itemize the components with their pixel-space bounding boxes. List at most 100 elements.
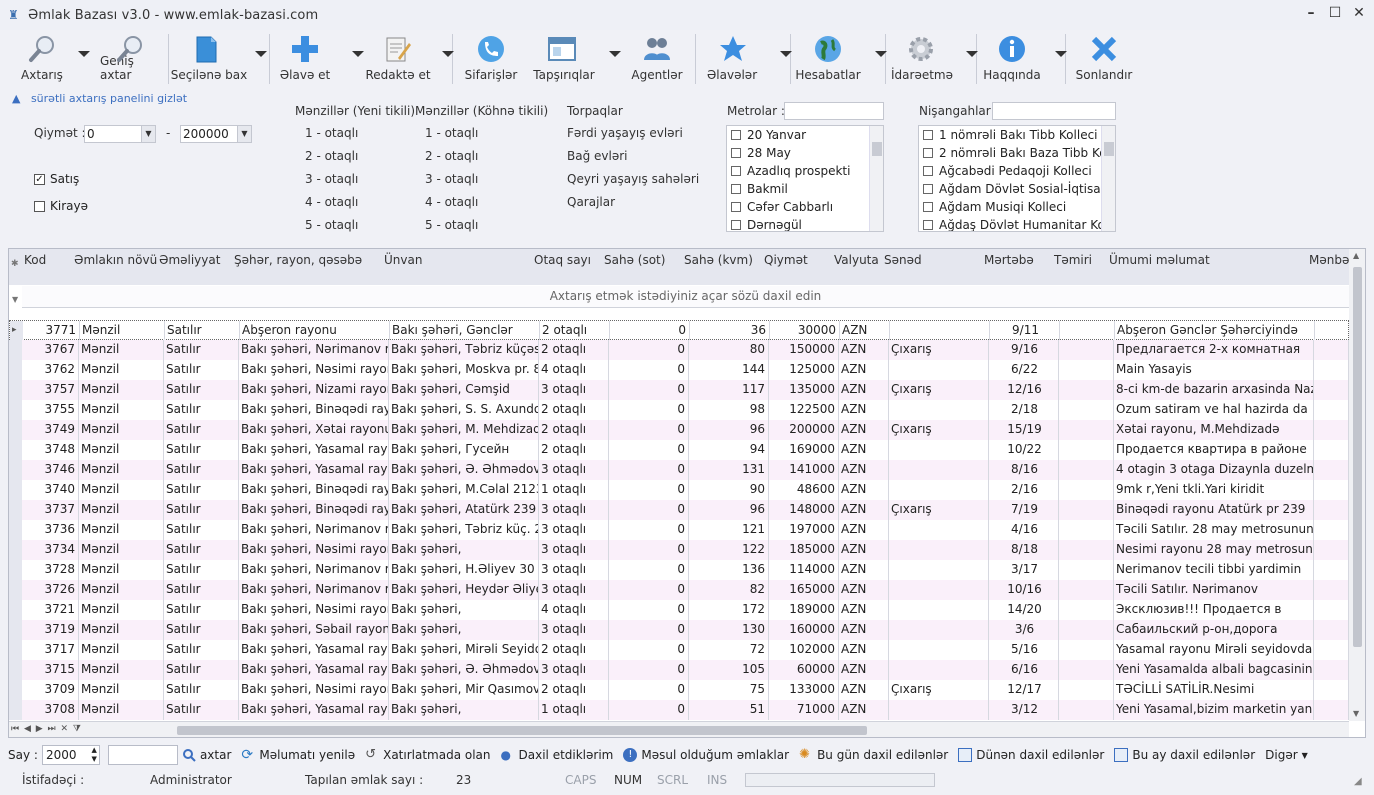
cell-district[interactable]: Bakı şəhəri, Nərimanov rayonu (239, 520, 389, 540)
list-item[interactable]: 28 May (727, 144, 883, 162)
cell-type[interactable]: Mənzil (79, 400, 164, 420)
cell-type[interactable]: Mənzil (79, 680, 164, 700)
col-header-rooms[interactable]: Otaq sayı (534, 253, 591, 267)
cell-operation[interactable]: Satılır (164, 520, 239, 540)
row-indicator[interactable] (9, 420, 22, 440)
cell-area-sqm[interactable]: 72 (689, 640, 769, 660)
search-button[interactable]: Axtarış (8, 30, 90, 88)
cell-operation[interactable]: Satılır (164, 500, 239, 520)
cell-currency[interactable]: AZN (839, 500, 889, 520)
cell-address[interactable]: Bakı şəhəri, Təbriz küçəsi (389, 340, 539, 360)
cell-document[interactable] (890, 321, 990, 341)
grid-filter-row[interactable]: Axtarış etmək istədiyiniz açar sözü daxi… (22, 286, 1349, 308)
cell-operation[interactable]: Satılır (165, 321, 240, 341)
cell-type[interactable]: Mənzil (79, 560, 164, 580)
col-header-currency[interactable]: Valyuta (834, 253, 879, 267)
cell-floor[interactable]: 3/17 (989, 560, 1059, 580)
table-row[interactable]: ▸ 3771 Mənzil Satılır Abşeron rayonu Bakı şəh… (9, 320, 1350, 341)
cell-rooms[interactable]: 2 otaqlı (539, 340, 609, 360)
cell-currency[interactable]: AZN (839, 600, 889, 620)
cell-currency[interactable]: AZN (839, 640, 889, 660)
row-indicator[interactable] (9, 500, 22, 520)
list-item[interactable]: 1 nömrəli Bakı Tibb Kolleci (919, 126, 1115, 144)
cell-area-sqm[interactable]: 82 (689, 580, 769, 600)
cell-floor[interactable]: 15/19 (989, 420, 1059, 440)
row-indicator[interactable] (9, 460, 22, 480)
cell-price[interactable]: 160000 (769, 620, 839, 640)
cell-source[interactable] (1314, 660, 1349, 680)
cell-code[interactable]: 3728 (22, 560, 79, 580)
cell-price[interactable]: 71000 (769, 700, 839, 720)
view-selected-dropdown-icon[interactable] (255, 51, 267, 57)
old-3-room-link[interactable]: 3 - otaqlı (425, 172, 478, 186)
col-header-district[interactable]: Şəhər, rayon, qəsəbə (234, 253, 362, 267)
cell-info[interactable]: Nerimanov tecili tibbi yardimin (1114, 560, 1314, 580)
checkbox-icon[interactable] (731, 202, 741, 212)
cell-info[interactable]: Yeni Yasamal,bizim marketin yanı, (1114, 700, 1314, 720)
cell-document[interactable] (889, 540, 989, 560)
cell-info[interactable]: Ozum satiram ve hal hazirda da (1114, 400, 1314, 420)
cell-type[interactable]: Mənzil (79, 420, 164, 440)
cell-address[interactable]: Bakı şəhəri, H.Əliyev 30 (389, 560, 539, 580)
new-1-room-link[interactable]: 1 - otaqlı (305, 126, 358, 140)
list-item[interactable]: 2 nömrəli Bakı Baza Tibb Kolleci (919, 144, 1115, 162)
cell-floor[interactable]: 3/6 (989, 620, 1059, 640)
cell-area-sot[interactable]: 0 (609, 660, 689, 680)
cell-source[interactable] (1314, 560, 1349, 580)
cell-source[interactable] (1314, 380, 1349, 400)
old-4-room-link[interactable]: 4 - otaqlı (425, 195, 478, 209)
cell-code[interactable]: 3748 (22, 440, 79, 460)
cell-district[interactable]: Bakı şəhəri, Nərimanov rayonu (239, 340, 389, 360)
cell-district[interactable]: Bakı şəhəri, Nəsimi rayonu (239, 680, 389, 700)
cell-document[interactable]: Çıxarış (889, 500, 989, 520)
cell-address[interactable]: Bakı şəhəri, (389, 700, 539, 720)
cell-area-sot[interactable]: 0 (609, 640, 689, 660)
row-indicator[interactable] (9, 400, 22, 420)
cell-document[interactable] (889, 440, 989, 460)
cell-price[interactable]: 30000 (770, 321, 840, 341)
cell-operation[interactable]: Satılır (164, 580, 239, 600)
close-window-icon[interactable]: ✕ (1352, 6, 1366, 20)
cell-code[interactable]: 3726 (22, 580, 79, 600)
cell-area-sot[interactable]: 0 (609, 340, 689, 360)
metro-filter-input[interactable] (784, 102, 884, 120)
cell-area-sqm[interactable]: 122 (689, 540, 769, 560)
cell-address[interactable]: Bakı şəhəri, (389, 620, 539, 640)
cell-area-sqm[interactable]: 94 (689, 440, 769, 460)
new-5-room-link[interactable]: 5 - otaqlı (305, 218, 358, 232)
col-header-address[interactable]: Ünvan (384, 253, 422, 267)
cell-area-sot[interactable]: 0 (609, 700, 689, 720)
grid-vertical-scrollbar[interactable]: ▲ ▼ (1349, 249, 1365, 721)
list-item[interactable]: 20 Yanvar (727, 126, 883, 144)
cell-repair[interactable] (1059, 660, 1114, 680)
cell-info[interactable]: Продается квартира в районе (1114, 440, 1314, 460)
cell-area-sqm[interactable]: 121 (689, 520, 769, 540)
cell-floor[interactable]: 3/12 (989, 700, 1059, 720)
cell-operation[interactable]: Satılır (164, 600, 239, 620)
cell-rooms[interactable]: 3 otaqlı (539, 500, 609, 520)
new-2-room-link[interactable]: 2 - otaqlı (305, 149, 358, 163)
cell-currency[interactable]: AZN (839, 580, 889, 600)
my-entries-button[interactable]: ● Daxil etdiklərim (501, 748, 614, 762)
add-button[interactable]: Əlavə et (270, 30, 364, 88)
scroll-thumb[interactable] (1353, 267, 1362, 647)
cell-code[interactable]: 3717 (22, 640, 79, 660)
cell-price[interactable]: 189000 (769, 600, 839, 620)
cell-type[interactable]: Mənzil (79, 500, 164, 520)
cell-price[interactable]: 150000 (769, 340, 839, 360)
cell-code[interactable]: 3767 (22, 340, 79, 360)
cell-operation[interactable]: Satılır (164, 400, 239, 420)
cell-operation[interactable]: Satılır (164, 420, 239, 440)
checkbox-icon[interactable] (731, 184, 741, 194)
exit-button[interactable]: Sonlandır (1066, 30, 1142, 88)
chevron-down-icon[interactable]: ▼ (141, 126, 155, 142)
cell-type[interactable]: Mənzil (79, 580, 164, 600)
agents-button[interactable]: Agentlər (619, 30, 695, 88)
cell-currency[interactable]: AZN (839, 400, 889, 420)
metro-list[interactable]: 20 Yanvar 28 May Azadlıq prospekti Bakmi… (726, 125, 884, 232)
cell-area-sot[interactable]: 0 (609, 560, 689, 580)
cell-source[interactable] (1314, 600, 1349, 620)
resize-grip-icon[interactable]: ◢ (1354, 776, 1362, 787)
list-item[interactable]: Azadlıq prospekti (727, 162, 883, 180)
cell-address[interactable]: Bakı şəhəri, (389, 540, 539, 560)
